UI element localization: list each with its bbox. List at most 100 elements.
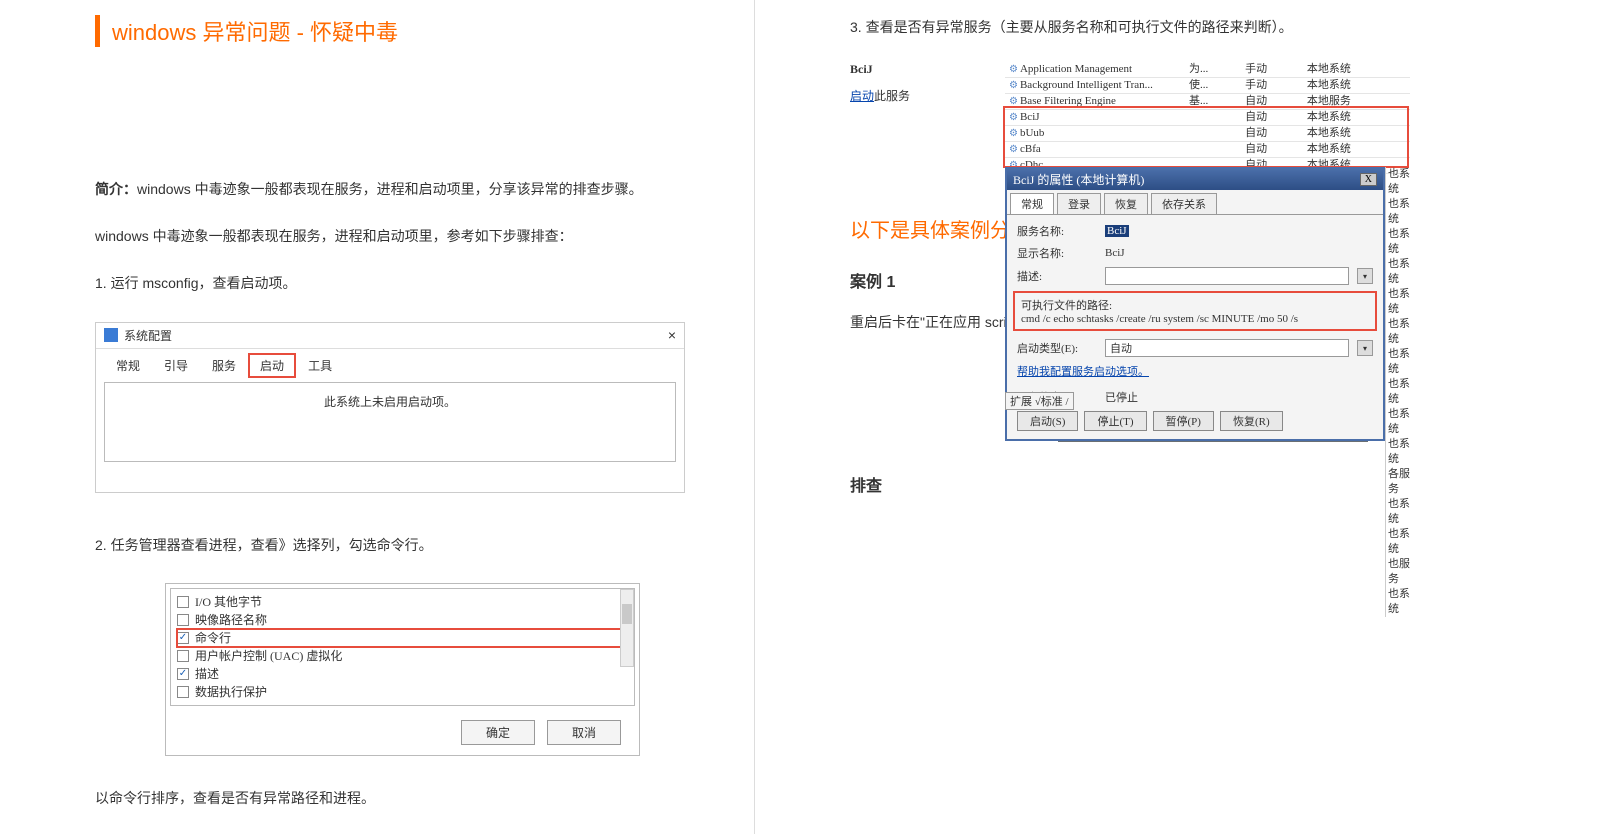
list-item[interactable]: 数据执行保护 bbox=[177, 683, 628, 701]
gear-icon: ⚙ bbox=[1009, 80, 1018, 91]
checkbox-icon[interactable] bbox=[177, 614, 189, 626]
table-row[interactable]: ⚙Application Management为...手动本地系统 bbox=[1005, 62, 1410, 78]
svc-name: Base Filtering Engine bbox=[1020, 95, 1116, 107]
step-2-tail: 以命令行排序，查看是否有异常路径和进程。 bbox=[95, 786, 724, 811]
start-service-tail: 此服务 bbox=[874, 89, 910, 103]
logon-cell: 也系统 bbox=[1385, 197, 1410, 227]
exec-value: cmd /c echo schtasks /create /ru system … bbox=[1021, 313, 1369, 325]
list-item[interactable]: I/O 其他字节 bbox=[177, 593, 628, 611]
list-item-label: 描述 bbox=[195, 665, 219, 683]
start-service-link[interactable]: 启动 bbox=[850, 87, 874, 104]
tab-logon[interactable]: 登录 bbox=[1057, 193, 1101, 214]
intro-text: windows 中毒迹象一般都表现在服务，进程和启动项里，分享该异常的排查步骤。 bbox=[137, 181, 643, 197]
stop-button[interactable]: 停止(T) bbox=[1084, 411, 1146, 431]
svc-desc bbox=[1185, 110, 1241, 126]
table-row[interactable]: ⚙Background Intelligent Tran...使...手动本地系… bbox=[1005, 78, 1410, 94]
table-row[interactable]: ⚙bUub自动本地系统 bbox=[1005, 126, 1410, 142]
svc-logon: 本地系统 bbox=[1303, 110, 1410, 126]
list-item-label: 映像路径名称 bbox=[195, 611, 267, 629]
list-item-label: I/O 其他字节 bbox=[195, 593, 262, 611]
svc-startup: 手动 bbox=[1241, 78, 1303, 94]
resume-button[interactable]: 恢复(R) bbox=[1220, 411, 1283, 431]
intro-label: 简介： bbox=[95, 181, 137, 197]
logon-cell: 也系统 bbox=[1385, 407, 1410, 437]
props-titlebar: BciJ 的属性 (本地计算机) X bbox=[1007, 169, 1383, 190]
gear-icon: ⚙ bbox=[1009, 144, 1018, 155]
tab-general[interactable]: 常规 bbox=[1010, 193, 1054, 214]
svc-logon: 本地系统 bbox=[1303, 62, 1410, 78]
cancel-button[interactable]: 取消 bbox=[547, 720, 621, 745]
dropdown-icon[interactable]: ▾ bbox=[1357, 268, 1373, 284]
svc-logon: 本地服务 bbox=[1303, 94, 1410, 110]
svc-logon: 本地系统 bbox=[1303, 126, 1410, 142]
selected-service-name: BciJ bbox=[850, 62, 910, 77]
svc-name: BciJ bbox=[1020, 111, 1040, 123]
table-row[interactable]: ⚙BciJ 自动本地系统 bbox=[1005, 110, 1410, 126]
svc-name: Application Management bbox=[1020, 63, 1132, 75]
checkbox-icon[interactable]: ✓ bbox=[177, 632, 189, 644]
exec-label: 可执行文件的路径: bbox=[1021, 297, 1369, 313]
logon-cell: 也系统 bbox=[1385, 317, 1410, 347]
scrollbar-thumb[interactable] bbox=[622, 604, 632, 624]
logon-cell: 也服务 bbox=[1385, 557, 1410, 587]
start-type-field[interactable]: 自动 bbox=[1105, 339, 1349, 357]
overflow-logon-column: 也系统 也系统 也系统 也系统 也系统 也系统 也系统 也系统 也系统 也系统 … bbox=[1385, 167, 1410, 617]
svc-startup: 自动 bbox=[1241, 94, 1303, 110]
tab-general[interactable]: 常规 bbox=[104, 353, 152, 378]
gear-icon: ⚙ bbox=[1009, 112, 1018, 123]
tab-tools[interactable]: 工具 bbox=[296, 353, 344, 378]
checkbox-icon[interactable]: ✓ bbox=[177, 668, 189, 680]
tab-boot[interactable]: 引导 bbox=[152, 353, 200, 378]
table-row[interactable]: ⚙Base Filtering Engine基...自动本地服务 bbox=[1005, 94, 1410, 110]
logon-cell: 也系统 bbox=[1385, 587, 1410, 617]
svc-startup: 自动 bbox=[1241, 142, 1303, 158]
logon-cell: 也系统 bbox=[1385, 257, 1410, 287]
para-1: windows 中毒迹象一般都表现在服务，进程和启动项里，参考如下步骤排查： bbox=[95, 224, 724, 249]
svc-startup: 手动 bbox=[1241, 62, 1303, 78]
svc-name-value: BciJ bbox=[1105, 225, 1129, 237]
ok-button[interactable]: 确定 bbox=[461, 720, 535, 745]
extended-standard-tabs[interactable]: 扩展 √标准 / bbox=[1005, 392, 1074, 410]
gear-icon: ⚙ bbox=[1009, 128, 1018, 139]
list-item[interactable]: ✓ 描述 bbox=[177, 665, 628, 683]
logon-cell: 也系统 bbox=[1385, 287, 1410, 317]
msconfig-titlebar: 系统配置 × bbox=[96, 323, 684, 348]
tab-services[interactable]: 服务 bbox=[200, 353, 248, 378]
svc-name-label: 服务名称: bbox=[1017, 223, 1097, 239]
checkbox-icon[interactable] bbox=[177, 686, 189, 698]
desc-field[interactable] bbox=[1105, 267, 1349, 285]
list-item-label: 命令行 bbox=[195, 629, 231, 647]
help-link[interactable]: 帮助我配置服务启动选项。 bbox=[1017, 366, 1149, 378]
logon-cell: 各服务 bbox=[1385, 467, 1410, 497]
svc-name: Background Intelligent Tran... bbox=[1020, 79, 1153, 91]
tab-startup[interactable]: 启动 bbox=[248, 353, 296, 378]
close-icon[interactable]: X bbox=[1360, 173, 1377, 186]
start-button[interactable]: 启动(S) bbox=[1017, 411, 1078, 431]
svc-desc: 基... bbox=[1185, 94, 1241, 110]
dropdown-icon[interactable]: ▾ bbox=[1357, 340, 1373, 356]
step-2: 2. 任务管理器查看进程，查看》选择列，勾选命令行。 bbox=[95, 533, 724, 558]
checkbox-icon[interactable] bbox=[177, 650, 189, 662]
close-icon[interactable]: × bbox=[668, 327, 676, 343]
svc-desc bbox=[1185, 126, 1241, 142]
scrollbar[interactable] bbox=[620, 589, 634, 667]
table-row[interactable]: ⚙cBfa自动本地系统 bbox=[1005, 142, 1410, 158]
checkbox-icon[interactable] bbox=[177, 596, 189, 608]
tab-dependencies[interactable]: 依存关系 bbox=[1151, 193, 1217, 214]
svc-desc: 为... bbox=[1185, 62, 1241, 78]
columns-list: I/O 其他字节 映像路径名称 ✓ 命令行 用户帐户控制 (UAC) 虚拟化 ✓ 描… bbox=[170, 588, 635, 706]
exec-path-highlight: 可执行文件的路径: cmd /c echo schtasks /create /… bbox=[1013, 291, 1377, 331]
svc-startup: 自动 bbox=[1241, 110, 1303, 126]
svc-logon: 本地系统 bbox=[1303, 78, 1410, 94]
pause-button[interactable]: 暂停(P) bbox=[1153, 411, 1214, 431]
props-tabs: 常规 登录 恢复 依存关系 bbox=[1007, 190, 1383, 215]
list-item[interactable]: 用户帐户控制 (UAC) 虚拟化 bbox=[177, 647, 628, 665]
tab-recovery[interactable]: 恢复 bbox=[1104, 193, 1148, 214]
svc-desc bbox=[1185, 142, 1241, 158]
list-item-cmdline[interactable]: ✓ 命令行 bbox=[177, 629, 628, 647]
step-1: 1. 运行 msconfig，查看启动项。 bbox=[95, 271, 724, 296]
logon-cell: 也系统 bbox=[1385, 377, 1410, 407]
list-item[interactable]: 映像路径名称 bbox=[177, 611, 628, 629]
intro-line: 简介：windows 中毒迹象一般都表现在服务，进程和启动项里，分享该异常的排查… bbox=[95, 177, 724, 202]
logon-cell: 也系统 bbox=[1385, 497, 1410, 527]
